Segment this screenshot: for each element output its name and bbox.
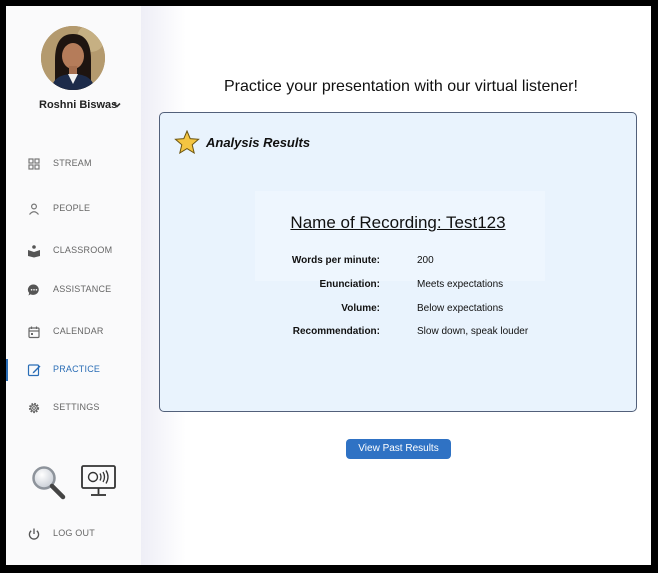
- metric-value-enunciation: Meets expectations: [417, 279, 504, 290]
- chat-bubble-icon: [27, 284, 39, 296]
- nav-item-classroom[interactable]: CLASSROOM: [6, 240, 141, 262]
- star-icon: [174, 130, 200, 154]
- nav-item-people[interactable]: PEOPLE: [6, 198, 141, 220]
- metric-value-volume: Below expectations: [417, 303, 504, 314]
- app-window: Roshni Biswas STREAM PEOPLE CLASSROOM AS…: [6, 6, 651, 565]
- avatar[interactable]: [41, 26, 105, 90]
- nav-label-stream: STREAM: [53, 158, 92, 168]
- metric-label-enunciation: Enunciation:: [319, 279, 380, 290]
- view-past-results-button[interactable]: View Past Results: [346, 439, 451, 459]
- metric-value-recommendation: Slow down, speak louder: [417, 326, 529, 337]
- nav-item-assistance[interactable]: ASSISTANCE: [6, 279, 141, 301]
- results-panel: [255, 191, 545, 281]
- metric-label-recommendation: Recommendation:: [292, 326, 380, 337]
- analysis-results-card: Analysis Results Name of Recording: Test…: [159, 112, 637, 412]
- metric-label-volume: Volume:: [341, 303, 380, 314]
- speaking-monitor-icon[interactable]: [80, 464, 118, 498]
- gear-icon: [28, 402, 40, 414]
- avatar-portrait: [41, 26, 105, 90]
- magnifier-icon[interactable]: [30, 464, 68, 502]
- classroom-icon: [28, 245, 40, 258]
- calendar-icon: [28, 326, 40, 339]
- nav-label-practice: PRACTICE: [53, 364, 101, 374]
- nav-label-classroom: CLASSROOM: [53, 245, 113, 255]
- nav-item-calendar[interactable]: CALENDAR: [6, 321, 141, 343]
- page-title: Practice your presentation with our virt…: [224, 78, 578, 95]
- nav-label-logout: LOG OUT: [53, 528, 95, 538]
- grid-icon: [28, 158, 40, 170]
- nav-item-practice[interactable]: PRACTICE: [6, 359, 141, 381]
- nav-item-settings[interactable]: SETTINGS: [6, 397, 141, 419]
- sidebar: Roshni Biswas STREAM PEOPLE CLASSROOM AS…: [6, 6, 141, 565]
- person-icon: [29, 203, 39, 215]
- edit-icon: [27, 364, 41, 377]
- nav-item-logout[interactable]: LOG OUT: [6, 523, 141, 545]
- metric-label-words-per-minute: Words per minute:: [291, 255, 380, 266]
- metric-value-words-per-minute: 200: [417, 255, 434, 266]
- power-icon: [28, 528, 40, 540]
- user-name[interactable]: Roshni Biswas: [39, 99, 117, 111]
- nav-item-stream[interactable]: STREAM: [6, 153, 141, 175]
- nav-label-assistance: ASSISTANCE: [53, 284, 112, 294]
- nav-label-people: PEOPLE: [53, 203, 91, 213]
- nav-label-calendar: CALENDAR: [53, 326, 104, 336]
- recording-name: Name of Recording: Test123: [290, 213, 506, 232]
- nav-label-settings: SETTINGS: [53, 402, 100, 412]
- chevron-down-icon[interactable]: [111, 99, 123, 111]
- card-title: Analysis Results: [206, 135, 311, 150]
